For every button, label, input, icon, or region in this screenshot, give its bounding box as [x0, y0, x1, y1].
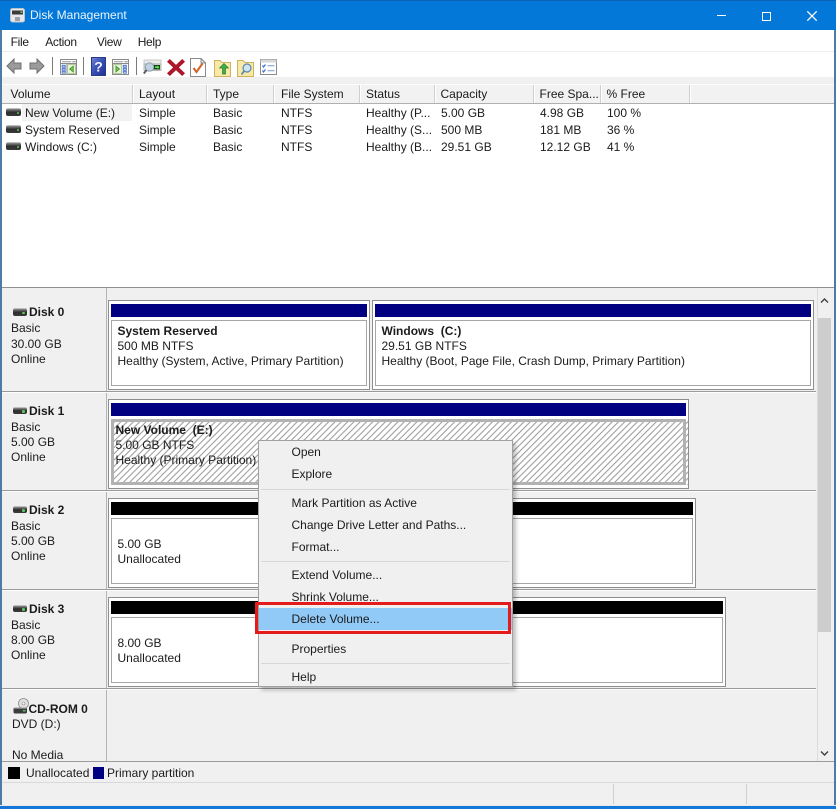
svg-text:?: ? — [94, 59, 103, 75]
